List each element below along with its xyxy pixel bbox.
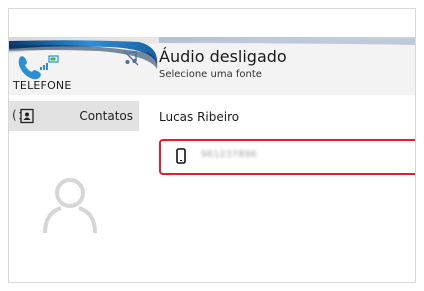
contact-name: Lucas Ribeiro: [159, 110, 240, 124]
mobile-phone-icon: [176, 148, 186, 164]
avatar-icon: [43, 178, 97, 234]
source-label: TELEFONE: [13, 79, 72, 92]
tab-contacts[interactable]: ( Contatos: [9, 101, 139, 131]
phone-handset-icon: [18, 55, 59, 80]
phone-number: 961237896: [201, 150, 258, 160]
left-pane: ( Contatos: [9, 95, 139, 282]
audio-status-subtitle: Selecione uma fonte: [159, 69, 262, 80]
contacts-icon: [19, 108, 34, 124]
tab-indicator: (: [12, 108, 17, 122]
contact-detail-pane: Lucas Ribeiro 961237896: [139, 95, 415, 282]
audio-status-title: Áudio desligado: [159, 47, 287, 66]
phone-screen: TELEFONE Áudio desligado Selecione uma f…: [8, 8, 416, 283]
music-off-icon: [123, 50, 139, 66]
phone-number-entry[interactable]: 961237896: [159, 139, 415, 175]
header-bar: TELEFONE Áudio desligado Selecione uma f…: [9, 9, 415, 95]
tab-contacts-label: Contatos: [79, 109, 133, 123]
